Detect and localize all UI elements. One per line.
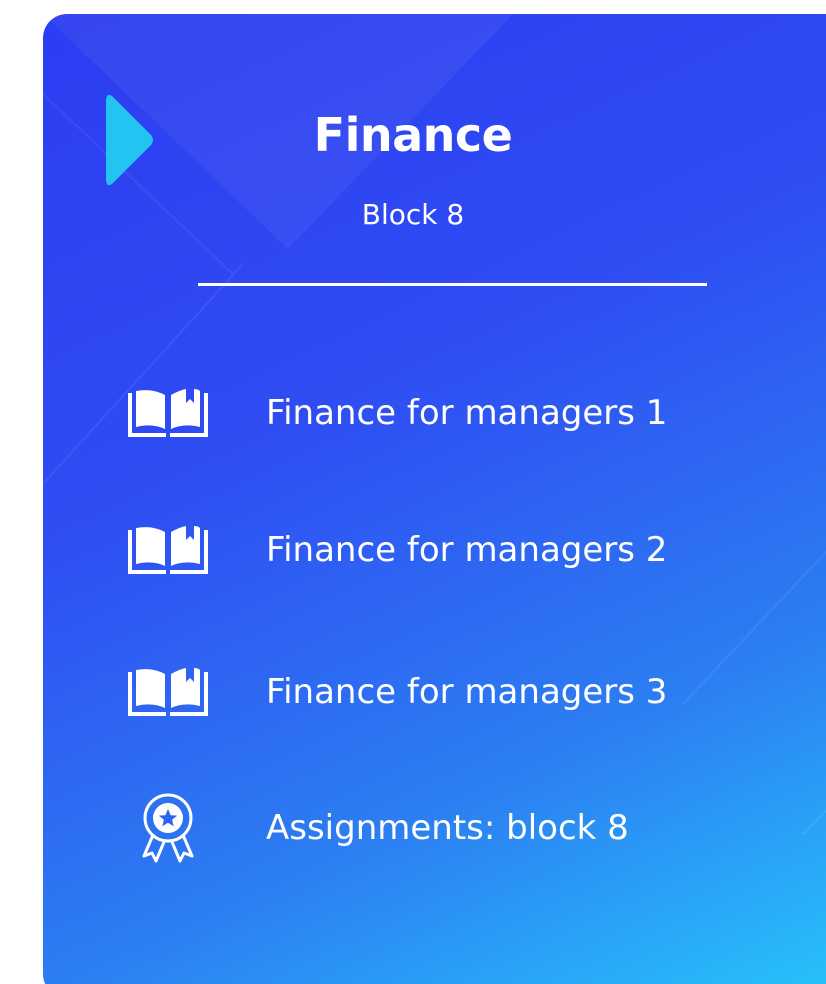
list-item-finance-1[interactable]: Finance for managers 1 [0, 385, 826, 445]
page-subtitle: Block 8 [361, 198, 465, 231]
list-item-label: Finance for managers 3 [266, 672, 668, 712]
list-item-label: Finance for managers 1 [266, 393, 668, 433]
list-item-label: Assignments: block 8 [266, 808, 629, 848]
list-item-label: Finance for managers 2 [266, 530, 668, 570]
list-item-finance-3[interactable]: Finance for managers 3 [0, 664, 826, 724]
award-ribbon-icon [142, 793, 194, 863]
open-book-icon [128, 668, 208, 716]
list-item-assignments[interactable]: Assignments: block 8 [0, 793, 826, 863]
list-item-finance-2[interactable]: Finance for managers 2 [0, 522, 826, 582]
page-title: Finance [313, 108, 513, 162]
title-divider [198, 283, 707, 286]
open-book-icon [128, 389, 208, 437]
open-book-icon [128, 526, 208, 574]
